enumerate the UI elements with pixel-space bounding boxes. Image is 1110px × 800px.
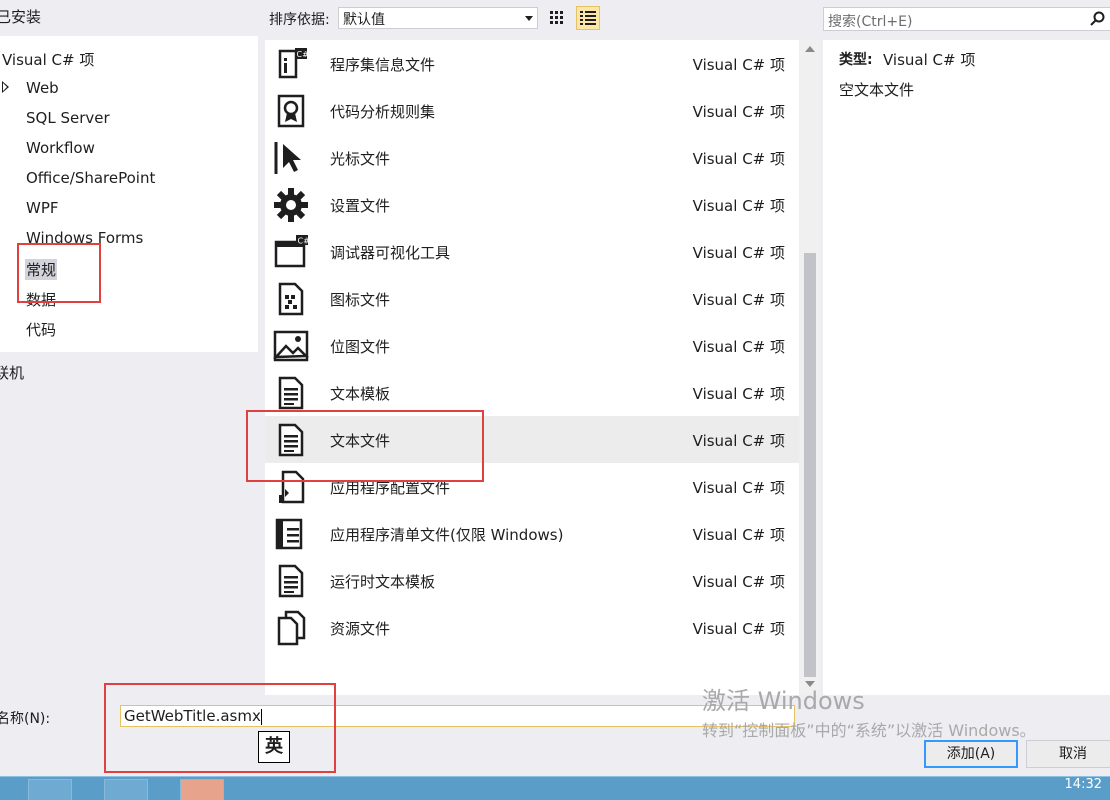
add-button[interactable]: 添加(A) xyxy=(924,740,1018,768)
template-row[interactable]: 文本模板 Visual C# 项 xyxy=(265,369,799,416)
search-placeholder: 搜索(Ctrl+E) xyxy=(828,14,913,30)
template-row[interactable]: C# 调试器可视化工具 Visual C# 项 xyxy=(265,228,799,275)
template-type: Visual C# 项 xyxy=(692,620,785,638)
sort-select[interactable]: 默认值 xyxy=(338,7,538,29)
template-row[interactable]: C# 程序集信息文件 Visual C# 项 xyxy=(265,40,799,87)
tree-item-code[interactable]: 代码 xyxy=(26,319,56,340)
resource-file-icon xyxy=(277,610,306,646)
template-name: 光标文件 xyxy=(330,150,391,168)
tree-root[interactable]: Visual C# 项 xyxy=(2,49,94,70)
template-name: 应用程序清单文件(仅限 Windows) xyxy=(330,526,564,544)
template-row[interactable]: 光标文件 Visual C# 项 xyxy=(265,134,799,181)
template-name: 图标文件 xyxy=(330,291,391,309)
template-row[interactable]: 运行时文本模板 Visual C# 项 xyxy=(265,557,799,604)
scrollbar-thumb[interactable] xyxy=(804,253,816,677)
annotation-box-name xyxy=(104,683,336,773)
template-type: Visual C# 项 xyxy=(692,244,785,262)
template-name: 运行时文本模板 xyxy=(330,573,436,591)
template-type: Visual C# 项 xyxy=(692,197,785,215)
runtime-template-icon xyxy=(278,564,304,598)
scroll-up-icon[interactable] xyxy=(805,46,815,52)
template-type: Visual C# 项 xyxy=(692,338,785,356)
chevron-down-icon xyxy=(525,16,533,21)
gear-icon xyxy=(274,188,308,222)
template-type: Visual C# 项 xyxy=(692,56,785,74)
taskbar: 14:32 xyxy=(0,776,1110,800)
template-name: 文本模板 xyxy=(330,385,391,403)
icon-file-icon xyxy=(278,282,304,316)
watermark-text: 转到“控制面板”中的“系统”以激活 Windows。 xyxy=(702,721,1036,740)
annotation-box-text-file xyxy=(246,410,484,482)
text-template-icon xyxy=(278,376,304,410)
svg-text:C#: C# xyxy=(298,237,310,246)
watermark-title: 激活 Windows xyxy=(702,687,865,715)
tree-item-wpf[interactable]: WPF xyxy=(26,199,59,217)
name-label: 名称(N): xyxy=(0,711,51,727)
template-row[interactable]: 位图文件 Visual C# 项 xyxy=(265,322,799,369)
template-description: 空文本文件 xyxy=(839,81,915,99)
taskbar-clock: 14:32 xyxy=(1064,777,1102,792)
grid-view-button[interactable] xyxy=(546,6,570,30)
toolbar: 已安装 排序依据: 默认值 搜索(Ctrl+E) xyxy=(0,0,1110,36)
type-value: Visual C# 项 xyxy=(883,51,976,69)
cursor-icon xyxy=(274,142,301,174)
template-row[interactable]: 设置文件 Visual C# 项 xyxy=(265,181,799,228)
template-type: Visual C# 项 xyxy=(692,150,785,168)
taskbar-app-2[interactable] xyxy=(104,779,148,800)
template-row[interactable]: 应用程序清单文件(仅限 Windows) Visual C# 项 xyxy=(265,510,799,557)
cancel-button[interactable]: 取消 xyxy=(1026,740,1110,768)
online-label[interactable]: 联机 xyxy=(0,362,24,383)
search-icon[interactable] xyxy=(1090,11,1106,27)
sort-value: 默认值 xyxy=(343,12,385,28)
category-tree: Visual C# 项 Web SQL Server Workflow Offi… xyxy=(0,36,258,352)
installed-label: 已安装 xyxy=(0,8,42,26)
template-type: Visual C# 项 xyxy=(692,526,785,544)
svg-text:C#: C# xyxy=(297,50,310,59)
ruleset-icon xyxy=(277,94,305,128)
search-input[interactable]: 搜索(Ctrl+E) xyxy=(823,7,1110,31)
list-view-icon xyxy=(580,11,596,25)
template-name: 位图文件 xyxy=(330,338,391,356)
template-row[interactable]: 图标文件 Visual C# 项 xyxy=(265,275,799,322)
taskbar-app-1[interactable] xyxy=(28,779,72,800)
list-view-button[interactable] xyxy=(576,6,600,30)
taskbar-app-3[interactable] xyxy=(180,779,224,800)
visualizer-icon: C# xyxy=(274,235,310,268)
tree-item-web[interactable]: Web xyxy=(26,79,59,97)
template-row[interactable]: 代码分析规则集 Visual C# 项 xyxy=(265,87,799,134)
sort-label: 排序依据: xyxy=(269,12,330,28)
manifest-icon xyxy=(275,518,303,550)
grid-view-icon xyxy=(550,11,563,24)
template-type: Visual C# 项 xyxy=(692,479,785,497)
template-row[interactable]: 资源文件 Visual C# 项 xyxy=(265,604,799,651)
tree-item-workflow[interactable]: Workflow xyxy=(26,139,95,157)
bitmap-icon xyxy=(273,330,309,362)
template-type: Visual C# 项 xyxy=(692,432,785,450)
details-pane: 类型: Visual C# 项 空文本文件 xyxy=(823,40,1110,695)
activation-watermark: 激活 Windows 转到“控制面板”中的“系统”以激活 Windows。 xyxy=(702,681,1036,741)
template-name: 调试器可视化工具 xyxy=(330,244,451,262)
template-name: 资源文件 xyxy=(330,620,391,638)
template-list-scrollbar[interactable] xyxy=(800,40,820,695)
annotation-box-general xyxy=(17,243,101,303)
template-name: 程序集信息文件 xyxy=(330,56,436,74)
assembly-info-icon: C# xyxy=(278,48,310,79)
tree-item-sql-server[interactable]: SQL Server xyxy=(26,109,110,127)
template-type: Visual C# 项 xyxy=(692,291,785,309)
template-list: C# 程序集信息文件 Visual C# 项 代码分析规则集 Visual C#… xyxy=(265,40,799,695)
type-label: 类型: xyxy=(839,52,873,68)
template-type: Visual C# 项 xyxy=(692,385,785,403)
template-type: Visual C# 项 xyxy=(692,103,785,121)
expand-arrow-icon[interactable] xyxy=(2,81,9,93)
template-name: 设置文件 xyxy=(330,197,391,215)
template-type: Visual C# 项 xyxy=(692,573,785,591)
tree-item-office-sharepoint[interactable]: Office/SharePoint xyxy=(26,169,155,187)
template-name: 代码分析规则集 xyxy=(330,103,436,121)
